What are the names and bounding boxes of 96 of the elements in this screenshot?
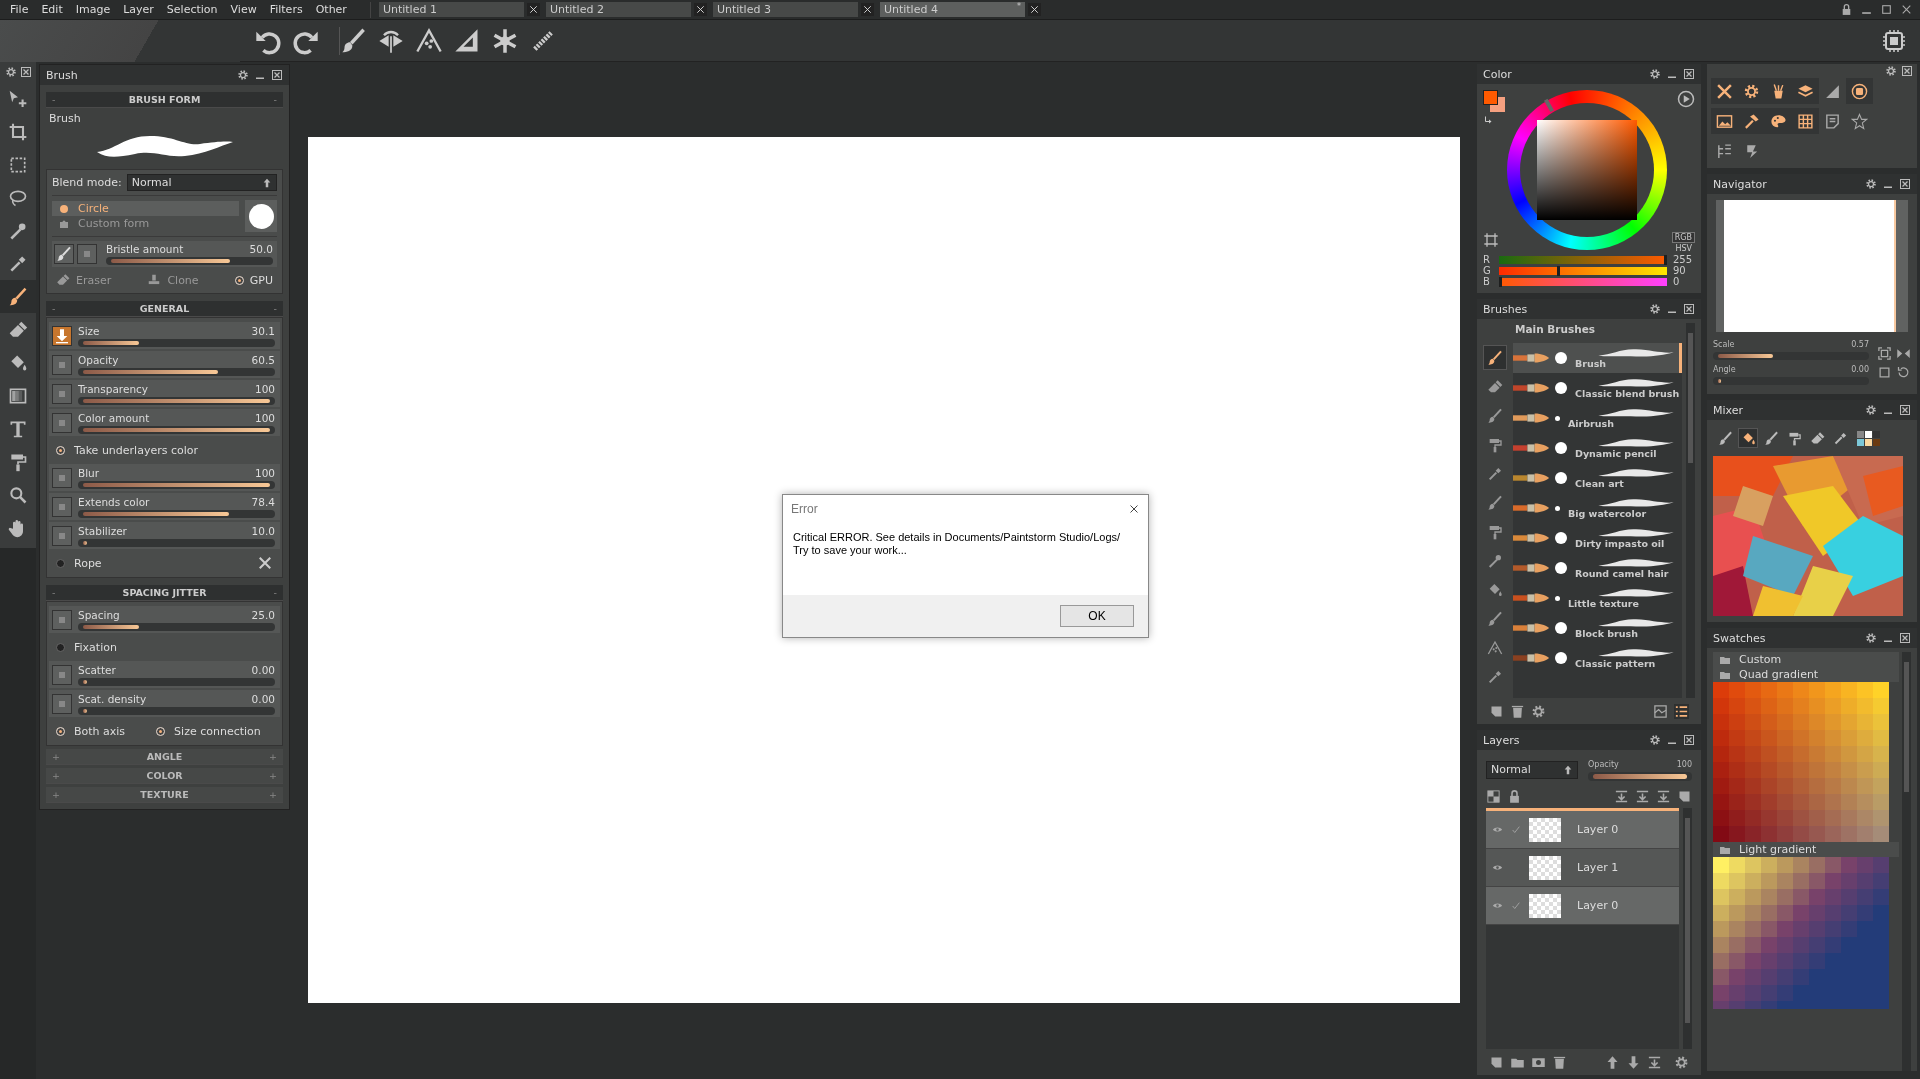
slider-label: Blur bbox=[78, 466, 100, 479]
slider-label: Scatter bbox=[78, 663, 116, 676]
option-label: Both axis bbox=[74, 724, 126, 738]
group-label: Main Brushes bbox=[1514, 323, 1597, 337]
slider-label: Opacity bbox=[1588, 759, 1619, 769]
document-tab[interactable]: Untitled 4 * bbox=[879, 2, 1025, 17]
error-message: Critical ERROR. See details in Documents/Paintstorm Studio/Logs/ Try to save your work... bbox=[793, 531, 1122, 557]
channel-label: B bbox=[1483, 276, 1491, 287]
slider-label: Scale bbox=[1713, 339, 1735, 349]
section-header[interactable]: - BRUSH FORM - bbox=[46, 92, 283, 108]
slider-value: 0.00 bbox=[1851, 364, 1869, 374]
blend-mode-dropdown[interactable]: Normal bbox=[126, 174, 277, 191]
layer-row[interactable]: Layer 0 bbox=[1486, 887, 1679, 925]
dialog-title: Error bbox=[791, 502, 818, 516]
color-mode-toggle[interactable]: RGB bbox=[1671, 232, 1695, 243]
slider-value: 78.4 bbox=[251, 495, 275, 508]
mode-label: Clone bbox=[167, 273, 199, 287]
channel-label: R bbox=[1483, 254, 1491, 265]
menu-item[interactable]: Layer bbox=[123, 3, 154, 16]
brush-item[interactable]: Airbrush bbox=[1513, 403, 1682, 433]
menu-item[interactable]: Other bbox=[315, 3, 347, 16]
slider-value: 100 bbox=[254, 411, 275, 424]
menu-item[interactable]: Selection bbox=[166, 3, 218, 16]
brush-name: Brush bbox=[49, 112, 82, 125]
swatch-group[interactable]: Quad gradient bbox=[1713, 667, 1899, 682]
panel-title: Navigator bbox=[1713, 177, 1767, 191]
brush-item[interactable]: Dynamic pencil bbox=[1513, 433, 1682, 463]
channel-value: 90 bbox=[1673, 265, 1687, 276]
section-header[interactable]: - SPACING JITTER - bbox=[46, 585, 283, 601]
slider-label: Angle bbox=[1713, 364, 1736, 374]
color-mode-toggle[interactable]: HSV bbox=[1672, 243, 1695, 254]
menu-item[interactable]: Edit bbox=[41, 3, 63, 16]
blend-mode-dropdown[interactable]: Normal bbox=[1486, 760, 1578, 779]
panel-title: Brushes bbox=[1483, 302, 1528, 316]
slider-value: 0.00 bbox=[251, 692, 275, 705]
menu-item[interactable]: View bbox=[230, 3, 257, 16]
channel-value: 0 bbox=[1673, 276, 1681, 287]
brush-item[interactable]: Brush bbox=[1513, 343, 1682, 373]
swatch-group[interactable]: Custom bbox=[1713, 652, 1899, 667]
document-tab[interactable]: Untitled 2 bbox=[545, 2, 691, 17]
panel-title: Layers bbox=[1483, 733, 1520, 747]
document-tab[interactable]: Untitled 3 bbox=[712, 2, 858, 17]
option-label: Fixation bbox=[74, 640, 117, 654]
slider-value: 10.0 bbox=[251, 524, 275, 537]
panel-title: Mixer bbox=[1713, 403, 1743, 417]
mode-label: Eraser bbox=[76, 273, 112, 287]
menu-item[interactable]: File bbox=[10, 3, 29, 16]
brush-item[interactable]: Dirty impasto oil bbox=[1513, 523, 1682, 553]
option-label: Size connection bbox=[174, 724, 261, 738]
slider-value: 100 bbox=[1676, 759, 1692, 769]
brush-item[interactable]: Clean art bbox=[1513, 463, 1682, 493]
slider-label: Stabilizer bbox=[78, 524, 127, 537]
layer-row[interactable]: Layer 0 bbox=[1486, 811, 1679, 849]
brush-item[interactable]: Block brush bbox=[1513, 613, 1682, 643]
section-header[interactable]: + COLOR + bbox=[46, 768, 283, 784]
menu-item[interactable]: Image bbox=[75, 3, 111, 16]
slider-label: Extends color bbox=[78, 495, 150, 508]
blend-mode-label: Blend mode: bbox=[52, 176, 122, 189]
brush-item[interactable]: Classic blend brush bbox=[1513, 373, 1682, 403]
unsaved-mark: * bbox=[1016, 2, 1021, 11]
brush-item[interactable]: Little texture bbox=[1513, 583, 1682, 613]
slider-value: 30.1 bbox=[251, 324, 275, 337]
slider-value: 60.5 bbox=[251, 353, 275, 366]
panel-title: Swatches bbox=[1713, 631, 1766, 645]
option-label: Take underlayers color bbox=[74, 443, 198, 457]
swatch-group[interactable]: Light gradient bbox=[1713, 842, 1899, 857]
slider-label: Opacity bbox=[78, 353, 119, 366]
option-label: Rope bbox=[74, 556, 102, 570]
shape-option[interactable]: Circle bbox=[52, 201, 239, 216]
document-tab[interactable]: Untitled 1 bbox=[378, 2, 524, 17]
panel-title: Brush bbox=[46, 68, 78, 82]
channel-value: 255 bbox=[1673, 254, 1694, 265]
brush-item[interactable]: Big watercolor bbox=[1513, 493, 1682, 523]
brush-item[interactable]: Classic pattern bbox=[1513, 643, 1682, 673]
ok-button[interactable]: OK bbox=[1060, 605, 1134, 627]
slider-value: 50.0 bbox=[249, 243, 273, 255]
section-header[interactable]: + TEXTURE + bbox=[46, 787, 283, 803]
brush-item[interactable]: Round camel hair bbox=[1513, 553, 1682, 583]
mode-label: GPU bbox=[249, 273, 273, 287]
slider-value: 0.00 bbox=[251, 663, 275, 676]
slider-value: 100 bbox=[254, 382, 275, 395]
channel-label: G bbox=[1483, 265, 1492, 276]
slider-value: 100 bbox=[254, 466, 275, 479]
slider-label: Bristle amount bbox=[106, 243, 184, 255]
layer-row[interactable]: Layer 1 bbox=[1486, 849, 1679, 887]
menu-item[interactable]: Filters bbox=[269, 3, 303, 16]
section-header[interactable]: + ANGLE + bbox=[46, 749, 283, 765]
slider-label: Scat. density bbox=[78, 692, 147, 705]
slider-label: Transparency bbox=[78, 382, 149, 395]
section-header[interactable]: - GENERAL - bbox=[46, 301, 283, 317]
slider-label: Color amount bbox=[78, 411, 150, 424]
slider-label: Size bbox=[78, 324, 100, 337]
slider-value: 0.57 bbox=[1851, 339, 1869, 349]
panel-title: Color bbox=[1483, 67, 1512, 81]
slider-value: 25.0 bbox=[251, 608, 275, 621]
slider-label: Spacing bbox=[78, 608, 120, 621]
